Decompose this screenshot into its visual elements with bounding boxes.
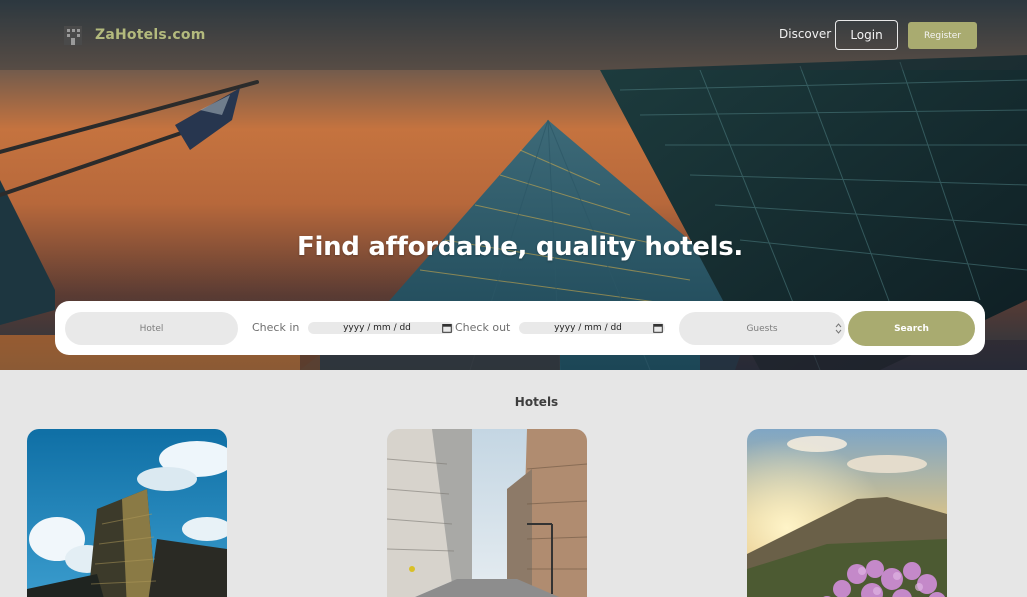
check-out-date-input[interactable]: yyyy / mm / dd bbox=[519, 322, 665, 334]
calendar-icon[interactable] bbox=[442, 323, 452, 333]
spinner-arrows-icon[interactable] bbox=[835, 322, 842, 335]
hotel-card[interactable] bbox=[747, 429, 947, 597]
hotels-section-title: Hotels bbox=[514, 395, 559, 409]
navbar: ZaHotels.com Discover Login Register bbox=[0, 0, 1027, 70]
guests-input[interactable]: Guests bbox=[679, 312, 845, 345]
hotel-card-image-city-street bbox=[387, 429, 587, 597]
hotel-card[interactable] bbox=[27, 429, 227, 597]
check-in-value: yyyy / mm / dd bbox=[343, 323, 411, 333]
building-icon bbox=[64, 26, 82, 45]
brand-logo[interactable]: ZaHotels.com bbox=[62, 24, 205, 46]
brand-name: ZaHotels.com bbox=[95, 27, 206, 43]
search-bar: Hotel Check in yyyy / mm / dd Check out … bbox=[55, 301, 985, 355]
hotel-card[interactable] bbox=[387, 429, 587, 597]
hotel-input-placeholder: Hotel bbox=[139, 323, 164, 334]
hotel-card-image-glass-tower bbox=[27, 429, 227, 597]
search-button[interactable]: Search bbox=[848, 311, 975, 346]
register-button[interactable]: Register bbox=[908, 22, 977, 49]
check-out-value: yyyy / mm / dd bbox=[554, 323, 622, 333]
calendar-icon[interactable] bbox=[653, 323, 663, 333]
check-in-date-input[interactable]: yyyy / mm / dd bbox=[308, 322, 454, 334]
hotel-input[interactable]: Hotel bbox=[65, 312, 238, 345]
check-in-label: Check in bbox=[252, 321, 300, 334]
login-button[interactable]: Login bbox=[835, 20, 898, 50]
hotel-card-image-mountain-flowers bbox=[747, 429, 947, 597]
check-out-label: Check out bbox=[455, 321, 511, 334]
nav-discover-link[interactable]: Discover bbox=[779, 27, 831, 41]
hero-title: Find affordable, quality hotels. bbox=[297, 232, 743, 262]
guests-input-placeholder: Guests bbox=[746, 323, 778, 334]
